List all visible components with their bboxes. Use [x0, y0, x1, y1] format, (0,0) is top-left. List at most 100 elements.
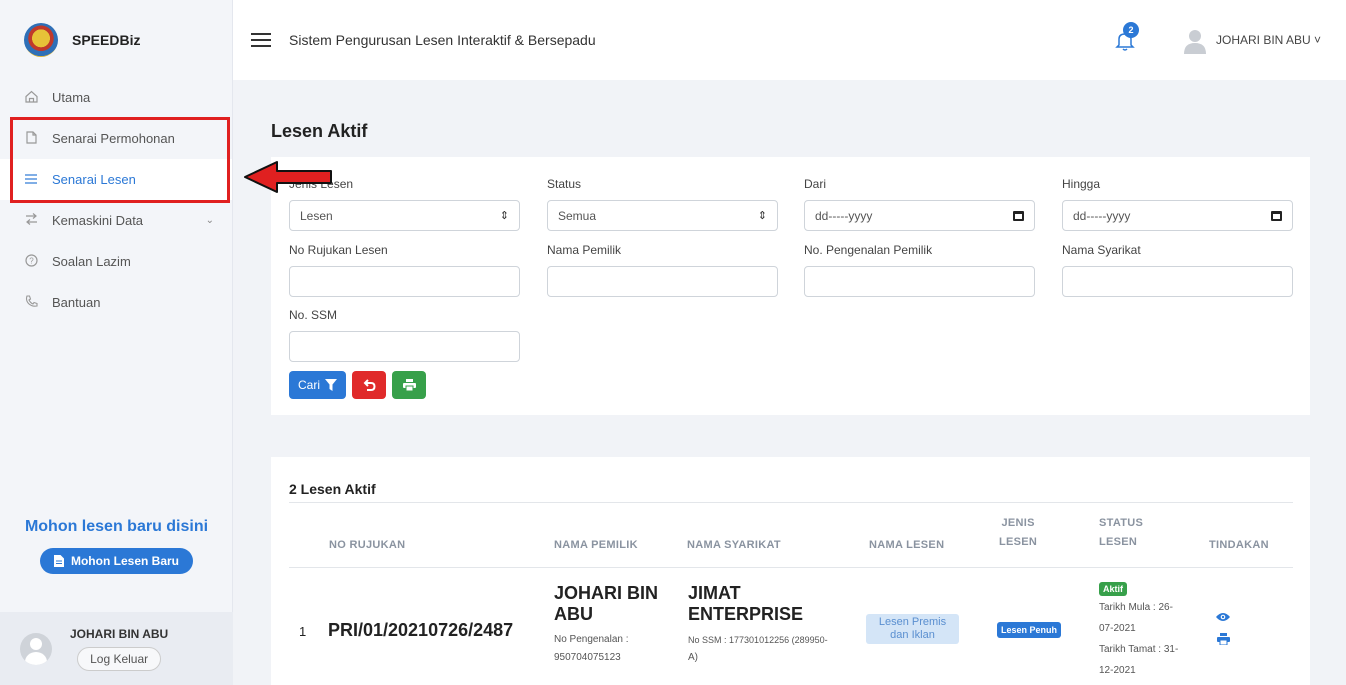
- no-pengenalan-input[interactable]: [804, 266, 1035, 297]
- user-menu[interactable]: JOHARI BIN ABU ˅: [1216, 33, 1321, 47]
- end-date-value: 31-: [1163, 644, 1179, 655]
- brand[interactable]: SPEEDBiz: [0, 0, 232, 80]
- filter-hingga: Hingga dd-----yyyy: [1062, 177, 1293, 231]
- user-avatar-icon[interactable]: [1184, 28, 1206, 54]
- sidebar-item-senarai-permohonan[interactable]: Senarai Permohonan: [0, 118, 232, 159]
- field-label: Nama Syarikat: [1062, 243, 1141, 257]
- field-label: No. Pengenalan Pemilik: [804, 243, 933, 257]
- sidebar-item-senarai-lesen[interactable]: Senarai Lesen: [0, 159, 232, 200]
- logout-button[interactable]: Log Keluar: [77, 646, 162, 671]
- nama-pemilik-input[interactable]: [547, 266, 778, 297]
- list-icon: [24, 172, 38, 187]
- apply-new-license-button[interactable]: Mohon Lesen Baru: [39, 548, 193, 574]
- search-button[interactable]: Cari: [289, 371, 347, 399]
- sidebar-item-utama[interactable]: Utama: [0, 77, 232, 118]
- notification-bell-icon[interactable]: 2: [1115, 22, 1139, 52]
- filter-panel: Jenis Lesen Lesen ⇕ Status Semua ⇕ Dari …: [271, 157, 1310, 415]
- dari-date-input[interactable]: dd-----yyyy: [804, 200, 1035, 231]
- sidebar: SPEEDBiz Utama Senarai Permohonan Senara…: [0, 0, 233, 685]
- table-title: 2 Lesen Aktif: [289, 481, 376, 497]
- header-line: STATUS: [1099, 517, 1144, 529]
- no-rujukan-input[interactable]: [289, 266, 520, 297]
- filter-no-ssm: No. SSM: [289, 308, 520, 362]
- field-label: Hingga: [1062, 177, 1101, 191]
- topbar: Sistem Pengurusan Lesen Interaktif & Ber…: [233, 0, 1346, 80]
- license-type-badge: Lesen Penuh: [997, 622, 1062, 638]
- print-button[interactable]: [392, 371, 427, 399]
- owner-name-line: ABU: [554, 604, 593, 624]
- print-icon: [402, 379, 416, 391]
- sidebar-user-name: JOHARI BIN ABU: [70, 626, 169, 641]
- ssm-label: No SSM :: [688, 635, 727, 645]
- promo-title: Mohon lesen baru disini: [24, 518, 209, 535]
- header-jenis-lesen: JENIS LESEN: [999, 516, 1037, 550]
- sidebar-item-soalan-lazim[interactable]: ? Soalan Lazim: [0, 241, 232, 282]
- start-date-cont: 07-2021: [1099, 623, 1136, 634]
- brand-name: SPEEDBiz: [72, 32, 141, 48]
- sidebar-item-kemaskini-data[interactable]: Kemaskini Data ⌄: [0, 200, 232, 241]
- sidebar-item-label: Senarai Lesen: [52, 172, 136, 187]
- date-placeholder: dd-----yyyy: [815, 208, 873, 223]
- license-name-tag: Lesen Premis dan Iklan: [866, 614, 959, 644]
- start-date-label: Tarikh Mula :: [1099, 602, 1156, 613]
- owner-id: 950704075123: [554, 652, 621, 663]
- end-date-cont: 12-2021: [1099, 665, 1136, 676]
- filter-status: Status Semua ⇕: [547, 177, 778, 231]
- company-name-line: JIMAT: [688, 583, 741, 603]
- select-arrows-icon: ⇕: [757, 210, 767, 222]
- field-label: No Rujukan Lesen: [289, 243, 388, 257]
- owner-id-label: No Pengenalan :: [554, 634, 629, 645]
- select-arrows-icon: ⇕: [499, 210, 509, 222]
- header-line: LESEN: [1099, 536, 1138, 548]
- calendar-icon[interactable]: [1013, 210, 1024, 221]
- row-number: 1: [299, 624, 307, 639]
- field-label: Nama Pemilik: [547, 243, 622, 257]
- user-name: JOHARI BIN ABU: [1216, 33, 1311, 47]
- sidebar-item-bantuan[interactable]: Bantuan: [0, 282, 232, 323]
- start-date-value: 26-: [1158, 602, 1173, 613]
- view-eye-icon[interactable]: [1216, 610, 1230, 625]
- jenis-lesen-select[interactable]: Lesen ⇕: [289, 200, 520, 231]
- hamburger-menu-icon[interactable]: [251, 29, 271, 51]
- company-name-line: ENTERPRISE: [688, 604, 804, 624]
- sidebar-item-label: Senarai Permohonan: [52, 131, 175, 146]
- hingga-date-input[interactable]: dd-----yyyy: [1062, 200, 1293, 231]
- ssm-number: 177301012256 (289950-: [729, 635, 828, 645]
- no-ssm-input[interactable]: [289, 331, 520, 362]
- undo-icon: [363, 378, 376, 391]
- help-circle-icon: ?: [24, 253, 38, 270]
- sidebar-user-panel: JOHARI BIN ABU Log Keluar: [0, 612, 233, 685]
- start-date-line: Tarikh Mula : 26-: [1099, 599, 1178, 617]
- nama-syarikat-input[interactable]: [1062, 266, 1293, 297]
- page-title: Lesen Aktif: [271, 121, 368, 141]
- filter-nama-pemilik: Nama Pemilik: [547, 243, 778, 297]
- system-title: Sistem Pengurusan Lesen Interaktif & Ber…: [289, 32, 596, 48]
- file-icon: [24, 130, 38, 147]
- header-nama-syarikat: NAMA SYARIKAT: [687, 539, 781, 551]
- svg-text:?: ?: [29, 256, 34, 265]
- search-button-label: Cari: [298, 378, 321, 392]
- status-cell: Aktif Tarikh Mula : 26- 07-2021 Tarikh T…: [1099, 579, 1178, 680]
- header-line: LESEN: [999, 536, 1038, 548]
- actions-cell: [1216, 610, 1230, 648]
- filter-dari: Dari dd-----yyyy: [804, 177, 1035, 231]
- filter-no-rujukan: No Rujukan Lesen: [289, 243, 520, 297]
- status-badge: Aktif: [1099, 582, 1127, 596]
- select-value: Lesen: [300, 208, 333, 223]
- sidebar-item-label: Utama: [52, 90, 91, 105]
- reset-button[interactable]: [352, 371, 387, 399]
- table-header: NO RUJUKAN NAMA PEMILIK NAMA SYARIKAT NA…: [289, 502, 1293, 568]
- filter-nama-syarikat: Nama Syarikat: [1062, 243, 1293, 297]
- new-license-promo: Mohon lesen baru disini Mohon Lesen Baru: [0, 518, 233, 574]
- print-icon[interactable]: [1216, 633, 1230, 648]
- filter-icon: [325, 379, 338, 391]
- calendar-icon[interactable]: [1271, 210, 1282, 221]
- chevron-down-icon: ⌄: [205, 215, 214, 226]
- select-value: Semua: [558, 208, 597, 223]
- status-select[interactable]: Semua ⇕: [547, 200, 778, 231]
- header-no-rujukan: NO RUJUKAN: [329, 539, 406, 551]
- document-icon: [53, 555, 64, 567]
- field-label: Status: [547, 177, 582, 191]
- header-status-lesen: STATUS LESEN: [1099, 516, 1143, 550]
- field-label: Dari: [804, 177, 827, 191]
